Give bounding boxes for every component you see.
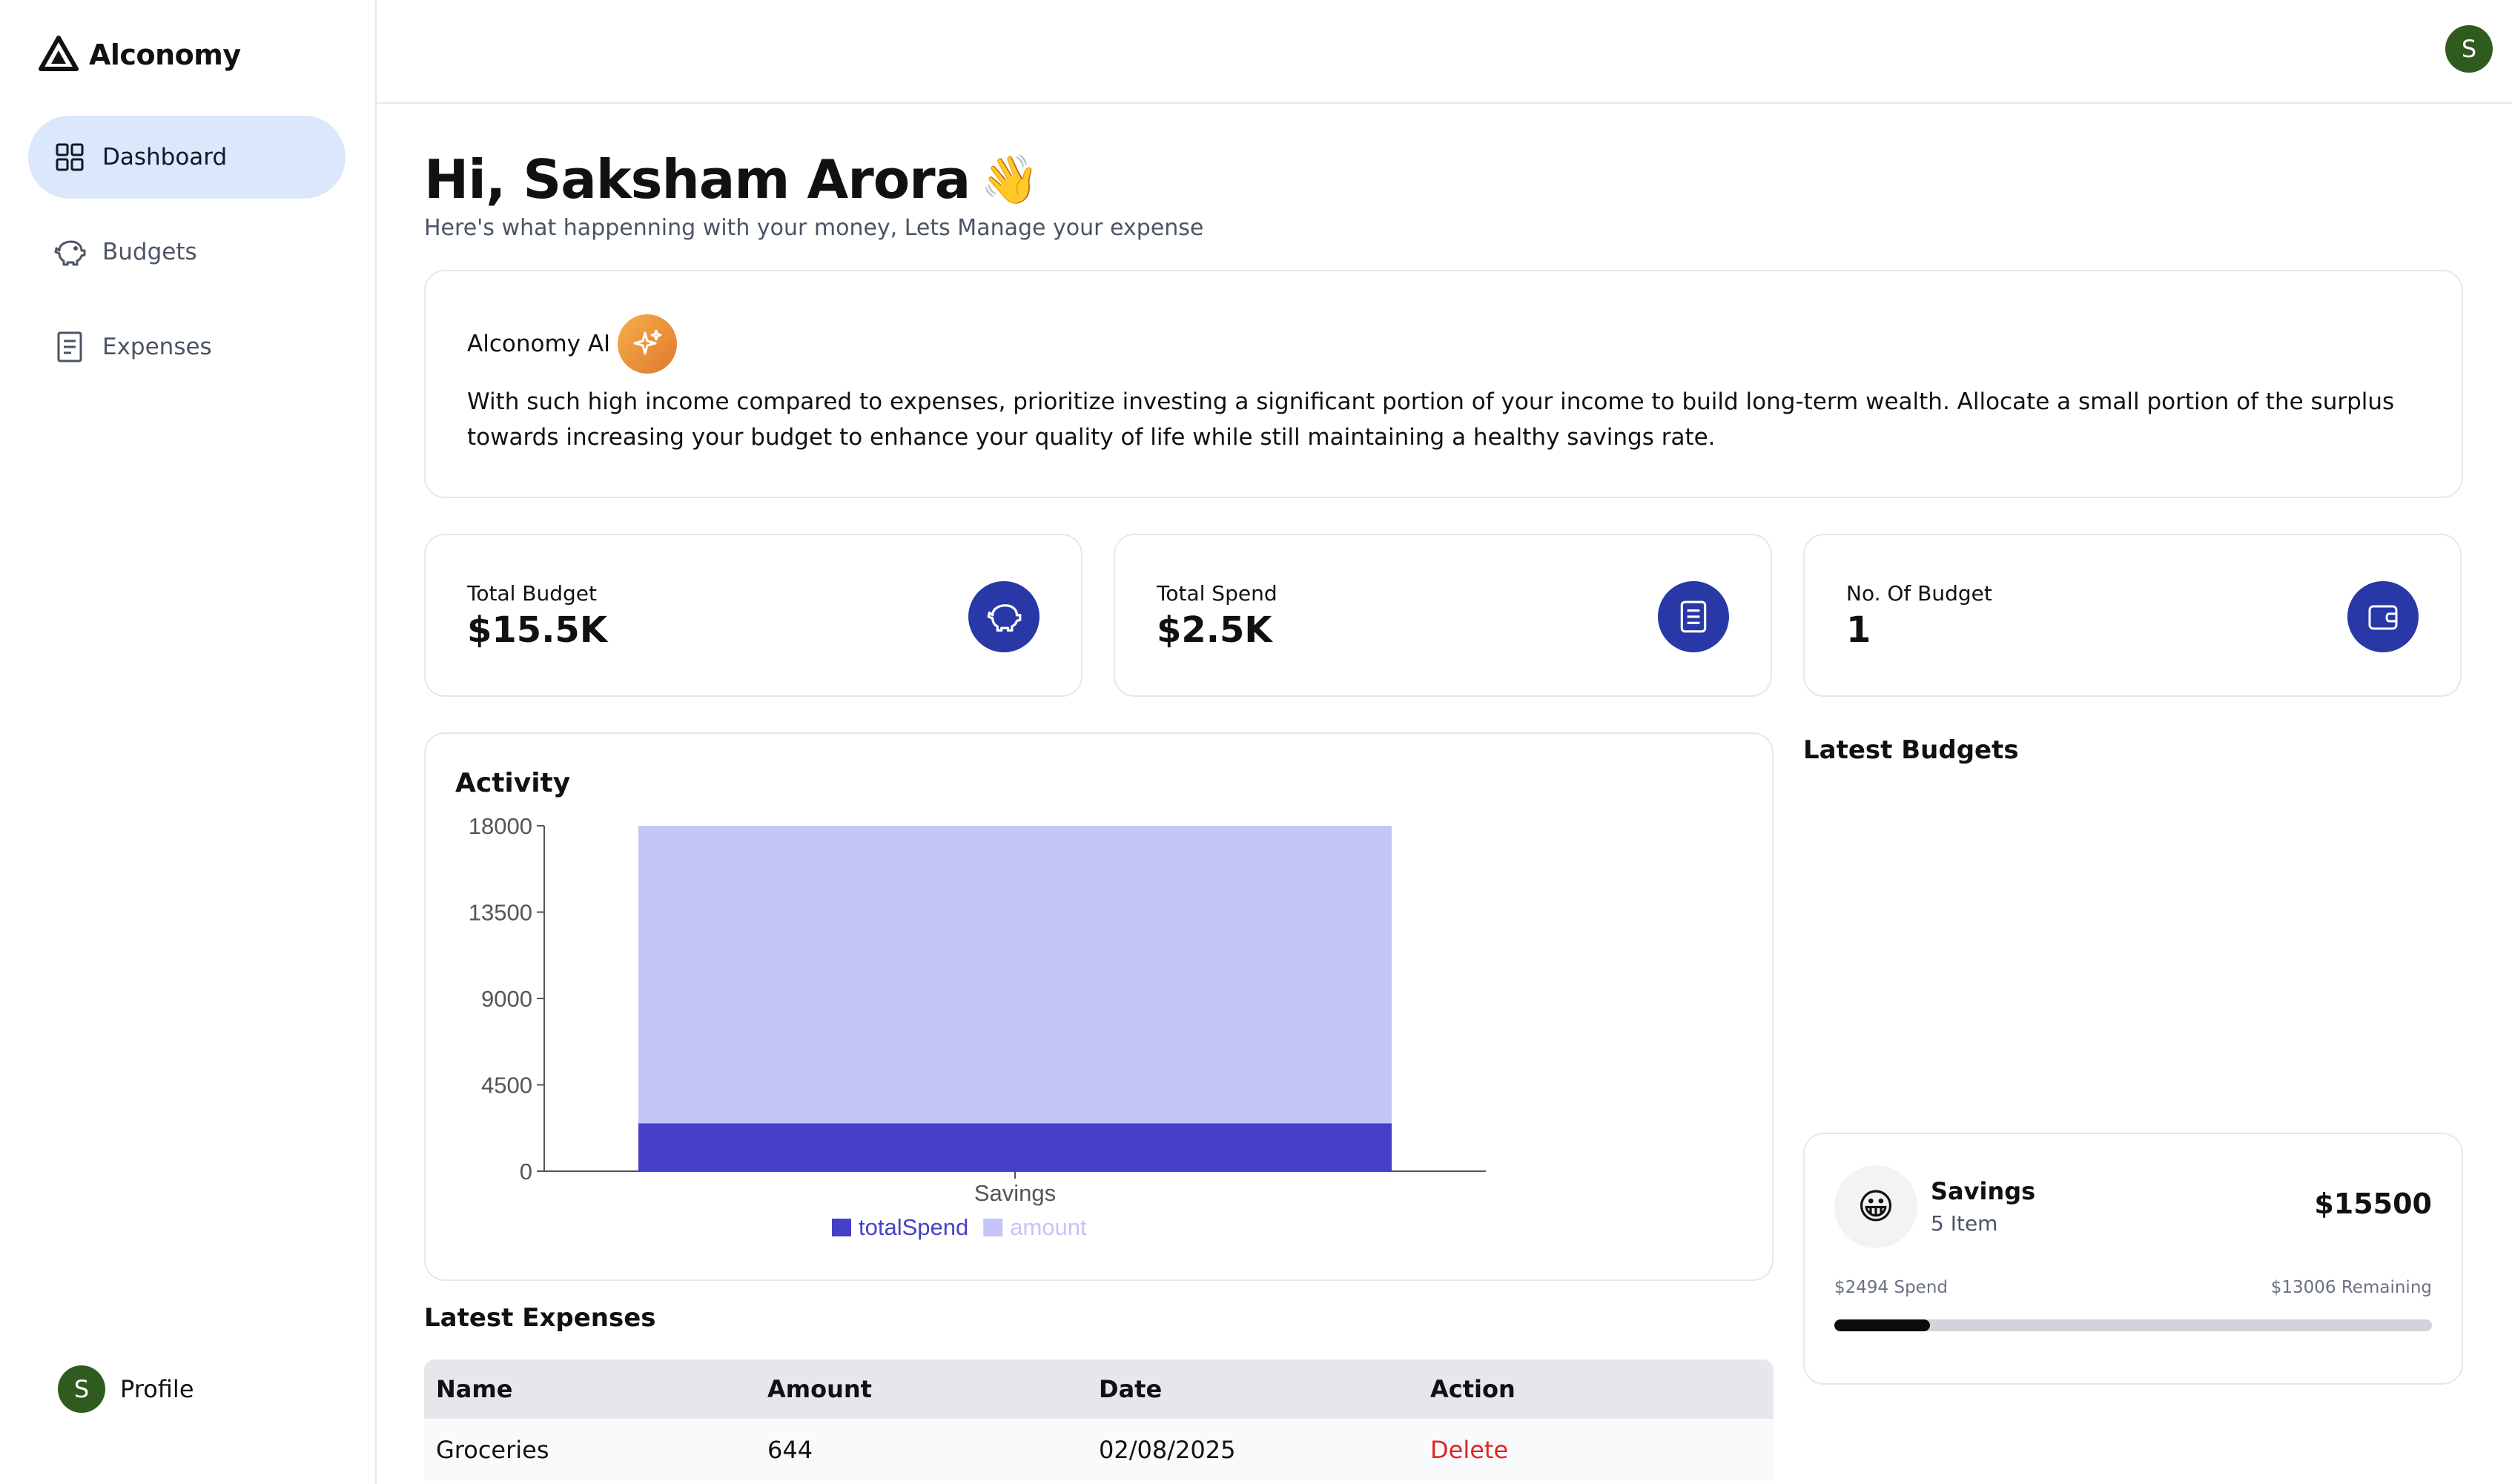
logo-icon xyxy=(39,36,79,74)
piggy-bank-icon xyxy=(53,236,86,268)
column-header: Amount xyxy=(767,1375,872,1403)
y-tick-label: 0 xyxy=(520,1159,532,1185)
budget-progress-fill xyxy=(1834,1319,1930,1331)
total-spend-card: Total Spend $2.5K xyxy=(1114,534,1772,697)
y-tick-label: 18000 xyxy=(469,813,532,839)
budget-remaining: $13006 Remaining xyxy=(2270,1278,2432,1297)
expense-amount: 644 xyxy=(767,1436,813,1464)
sidebar: Alconomy Dashboard Budgets Expenses S Pr… xyxy=(0,0,377,1484)
receipt-icon xyxy=(53,331,86,363)
sidebar-item-label: Expenses xyxy=(102,334,212,360)
budget-count-card: No. Of Budget 1 xyxy=(1803,534,2462,697)
sidebar-item-expenses[interactable]: Expenses xyxy=(28,305,346,388)
wave-emoji: 👋 xyxy=(980,152,1039,208)
budget-name: Savings xyxy=(1931,1177,2036,1205)
action-cell: Delete xyxy=(1418,1436,1750,1464)
sidebar-item-label: Dashboard xyxy=(102,144,228,170)
bar-totalSpend xyxy=(638,1123,1392,1171)
piggy-bank-icon xyxy=(968,581,1039,652)
wallet-icon xyxy=(2347,581,2419,652)
x-tick-label: Savings xyxy=(974,1180,1056,1206)
page-subtitle: Here's what happenning with your money, … xyxy=(424,215,1204,241)
y-tick-label: 9000 xyxy=(481,986,532,1012)
stat-value: $15.5K xyxy=(467,609,608,651)
brand[interactable]: Alconomy xyxy=(39,36,241,74)
profile-link[interactable]: S Profile xyxy=(58,1365,194,1413)
expense-date: 02/08/2025 xyxy=(1099,1436,1236,1464)
greeting-text: Hi, Saksham Arora xyxy=(424,148,971,211)
legend-swatch xyxy=(983,1219,1003,1236)
budget-spend: $2494 Spend xyxy=(1834,1278,1949,1297)
bar-amount xyxy=(638,826,1392,1124)
column-header: Date xyxy=(1099,1375,1163,1403)
sidebar-item-dashboard[interactable]: Dashboard xyxy=(28,116,346,199)
receipt-icon xyxy=(1658,581,1729,652)
activity-chart: 18000 13500 9000 4500 0 SavingstotalSpend amou… xyxy=(469,813,1486,1240)
budget-item-count: 5 Item xyxy=(1931,1211,1998,1236)
sparkle-icon xyxy=(618,314,678,374)
user-avatar[interactable]: S xyxy=(2445,25,2493,73)
column-header: Action xyxy=(1430,1375,1516,1403)
page-title: Hi, Saksham Arora 👋 xyxy=(424,148,1039,211)
legend-label: amount xyxy=(1010,1214,1087,1240)
ai-header: Alconomy AI xyxy=(467,314,678,374)
budget-card-savings[interactable]: 😀 Savings 5 Item $15500 $2494 Spend $130… xyxy=(1803,1133,2463,1385)
legend-label: totalSpend xyxy=(859,1214,968,1240)
delete-button[interactable]: Delete xyxy=(1430,1436,1508,1464)
ai-message: With such high income compared to expens… xyxy=(467,388,2395,451)
stat-label: Total Spend xyxy=(1157,581,1278,606)
stat-value: 1 xyxy=(1846,609,1871,651)
y-tick-label: 13500 xyxy=(469,900,532,926)
stat-label: No. Of Budget xyxy=(1846,581,1992,606)
profile-label: Profile xyxy=(120,1375,194,1403)
brand-name: Alconomy xyxy=(89,39,241,71)
budget-amount: $15500 xyxy=(2314,1187,2432,1220)
column-header: Name xyxy=(436,1375,513,1403)
total-budget-card: Total Budget $15.5K xyxy=(424,534,1083,697)
stat-label: Total Budget xyxy=(467,581,597,606)
budget-emoji: 😀 xyxy=(1834,1165,1917,1248)
top-bar: S xyxy=(377,0,2512,104)
budget-progress-bar xyxy=(1834,1319,2432,1331)
table-header: Name Amount Date Action xyxy=(424,1359,1774,1419)
latest-expenses-title: Latest Expenses xyxy=(424,1303,656,1333)
ai-title: Alconomy AI xyxy=(467,331,611,357)
sidebar-item-budgets[interactable]: Budgets xyxy=(28,211,346,294)
ai-insight-card: Alconomy AI With such high income compar… xyxy=(424,270,2463,498)
table-row: Groceries 644 02/08/2025 Delete xyxy=(424,1419,1774,1481)
avatar: S xyxy=(58,1365,105,1413)
sidebar-item-label: Budgets xyxy=(102,239,197,265)
expense-name: Groceries xyxy=(436,1436,549,1464)
activity-chart-card: Activity 18000 13500 9000 4500 0 Savings total… xyxy=(424,732,1774,1281)
grid-icon xyxy=(53,141,86,173)
y-tick-label: 4500 xyxy=(481,1073,532,1099)
expenses-table: Name Amount Date Action Groceries 644 02… xyxy=(424,1359,1774,1481)
latest-budgets-title: Latest Budgets xyxy=(1803,735,2019,765)
stat-value: $2.5K xyxy=(1157,609,1272,651)
legend-swatch xyxy=(832,1219,851,1236)
